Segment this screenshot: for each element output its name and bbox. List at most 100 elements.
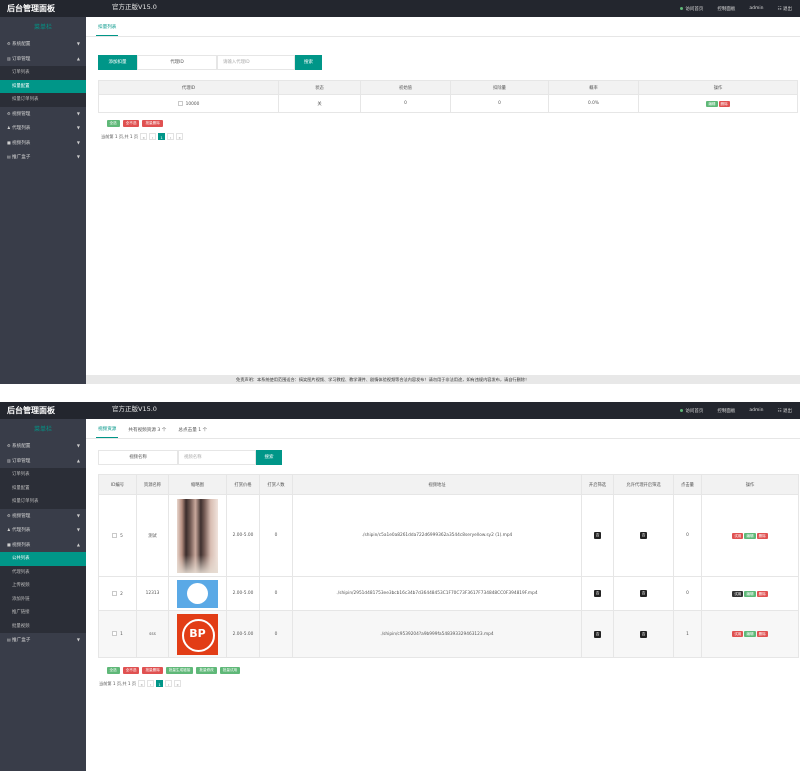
nav-order-manage[interactable]: ▥订单管理 ▲	[0, 454, 86, 469]
sub-public-list[interactable]: 公共列表	[0, 552, 86, 566]
nav-video-manage[interactable]: ⚙视频管理 ▼	[0, 107, 86, 122]
sub-add-external-link[interactable]: 添加外链	[0, 592, 86, 606]
nav-system-config[interactable]: ⚙系统配置 ▼	[0, 37, 86, 52]
sub-order-list[interactable]: 订单列表	[0, 66, 86, 80]
col-initial: 初始值	[360, 80, 451, 95]
next-page-button[interactable]: ›	[165, 680, 173, 687]
cell-status: 关	[278, 94, 361, 113]
col-filter: 开启筛选	[581, 474, 614, 495]
batch-delete-button[interactable]: 批量删除	[142, 667, 163, 674]
edit-button[interactable]: 编辑	[744, 631, 756, 637]
last-page-button[interactable]: »	[174, 680, 182, 687]
pagination: 当前第 1 页,共 1 页 « ‹ 1 › »	[101, 133, 184, 140]
try-button[interactable]: 试用	[732, 532, 744, 539]
visit-site-link[interactable]: 访问首页	[680, 408, 703, 414]
select-all-button[interactable]: 全选	[106, 667, 120, 674]
cell-actions: 试用 编辑 删除	[701, 610, 799, 658]
logout-link[interactable]: ☷ 退出	[778, 6, 792, 12]
tab-bar: 视频资源 共有视频资源 3 个 总点击量 1 个	[86, 419, 800, 439]
sub-agent-video-list[interactable]: 代理列表	[0, 565, 86, 579]
agent-filter-toggle[interactable]: 否	[640, 630, 647, 638]
nav-video-list[interactable]: ■视频列表 ▲	[0, 538, 86, 553]
control-panel-link[interactable]: 控制面板	[717, 6, 735, 12]
user-menu[interactable]: admin	[749, 408, 763, 413]
col-url: 视频地址	[292, 474, 582, 495]
cell-agent-id: 10000	[98, 94, 279, 113]
sub-order-list[interactable]: 订单列表	[0, 468, 86, 482]
tab-total-resources[interactable]: 共有视频资源 3 个	[126, 427, 168, 438]
photo-thumbnail[interactable]	[177, 498, 218, 573]
cell-payers: 0	[259, 494, 293, 577]
col-probability: 概率	[548, 80, 639, 95]
nav-video-list[interactable]: ■视频列表 ▼	[0, 136, 86, 151]
nav-order-manage[interactable]: ▥订单管理 ▲	[0, 52, 86, 67]
sub-deduction-config[interactable]: 扣量配置	[0, 481, 86, 495]
delete-button[interactable]: 删除	[756, 532, 768, 539]
first-page-button[interactable]: «	[138, 680, 146, 687]
visit-site-link[interactable]: 访问首页	[680, 6, 703, 12]
bp-logo-thumbnail[interactable]: BP	[177, 613, 218, 655]
edit-button[interactable]: 编辑	[744, 590, 756, 597]
first-page-button[interactable]: «	[140, 133, 148, 140]
sub-promo-link[interactable]: 推广链接	[0, 606, 86, 620]
edit-button[interactable]: 编辑	[744, 532, 756, 539]
next-page-button[interactable]: ›	[167, 133, 175, 140]
nav-system-config[interactable]: ⚙系统配置 ▼	[0, 439, 86, 454]
agent-filter-toggle[interactable]: 否	[640, 590, 647, 597]
search-button[interactable]: 搜索	[256, 450, 282, 465]
page-1-button[interactable]: 1	[158, 133, 166, 140]
row-checkbox[interactable]	[112, 590, 118, 596]
user-icon: ♟	[7, 125, 11, 130]
row-checkbox[interactable]	[112, 631, 118, 636]
col-id: ID编号	[98, 474, 137, 495]
tab-deduction-list[interactable]: 扣量列表	[96, 24, 119, 36]
sub-deduction-config[interactable]: 扣量配置	[0, 79, 86, 93]
search-button[interactable]: 搜索	[295, 55, 322, 70]
sub-deduction-order-list[interactable]: 扣量订单列表	[0, 495, 86, 509]
delete-button[interactable]: 删除	[756, 631, 768, 637]
batch-delete-button[interactable]: 批量删除	[142, 120, 163, 127]
try-button[interactable]: 试用	[732, 631, 744, 637]
nav-agent-list[interactable]: ♟代理列表 ▼	[0, 121, 86, 136]
select-all-button[interactable]: 全选	[106, 120, 120, 127]
sub-deduction-order-list[interactable]: 扣量订单列表	[0, 93, 86, 107]
video-name-input[interactable]: 视频名称	[178, 450, 256, 465]
filter-toggle[interactable]: 否	[594, 590, 601, 597]
prev-page-button[interactable]: ‹	[147, 680, 155, 687]
agent-id-input[interactable]: 请输入代理ID	[217, 55, 295, 70]
col-status: 状态	[278, 80, 361, 95]
sub-upload-video[interactable]: 上传视频	[0, 579, 86, 593]
prev-page-button[interactable]: ‹	[149, 133, 157, 140]
filter-toggle[interactable]: 否	[594, 630, 601, 638]
user-menu[interactable]: admin	[749, 6, 763, 11]
nav-agent-list[interactable]: ♟代理列表 ▼	[0, 523, 86, 538]
last-page-button[interactable]: »	[176, 133, 184, 140]
nav-promo-box[interactable]: ▤推广盒子 ▼	[0, 633, 86, 648]
add-deduction-button[interactable]: 添加扣量	[98, 55, 137, 70]
batch-try-button[interactable]: 批量试用	[219, 667, 241, 674]
blue-circle-thumbnail[interactable]	[177, 579, 218, 608]
filter-toggle[interactable]: 否	[594, 532, 601, 539]
agent-filter-toggle[interactable]: 否	[640, 532, 647, 539]
select-none-button[interactable]: 全不选	[122, 120, 140, 127]
edit-button[interactable]: 编辑	[706, 100, 718, 107]
tab-video-resources[interactable]: 视频资源	[96, 426, 119, 438]
select-none-button[interactable]: 全不选	[122, 667, 140, 674]
delete-button[interactable]: 删除	[756, 590, 768, 597]
row-checkbox[interactable]	[177, 100, 183, 106]
try-button[interactable]: 试用	[732, 590, 744, 597]
batch-generate-links-button[interactable]: 批量生成链接	[165, 667, 194, 674]
sub-batch-video[interactable]: 批量视频	[0, 619, 86, 633]
batch-modify-button[interactable]: 批量修改	[196, 667, 217, 674]
delete-button[interactable]: 删除	[718, 100, 730, 107]
nav-promo-box[interactable]: ▤推广盒子 ▼	[0, 150, 86, 165]
row-checkbox[interactable]	[112, 532, 118, 538]
tab-total-clicks[interactable]: 总点击量 1 个	[176, 427, 209, 438]
nav-video-manage[interactable]: ⚙视频管理 ▼	[0, 509, 86, 524]
page-1-button[interactable]: 1	[156, 680, 164, 687]
logout-link[interactable]: ☷ 退出	[778, 408, 792, 414]
cell-filter: 否	[581, 494, 614, 577]
col-agent-filter: 允许代理开启筛选	[613, 474, 674, 495]
visit-site-label: 访问首页	[685, 408, 704, 414]
control-panel-link[interactable]: 控制面板	[717, 408, 735, 414]
